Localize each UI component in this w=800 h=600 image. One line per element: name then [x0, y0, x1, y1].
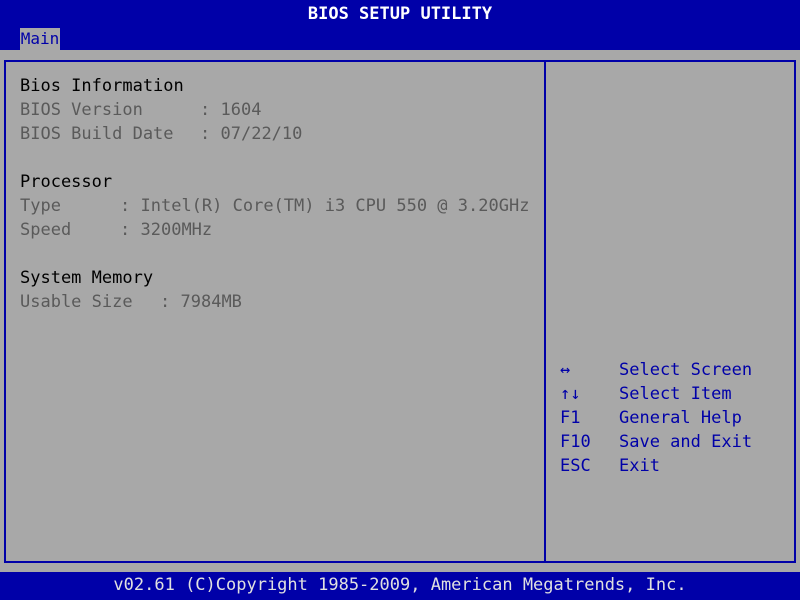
help-save-exit-label: Save and Exit	[619, 432, 753, 452]
processor-type-row: Type: Intel(R) Core(TM) i3 CPU 550 @ 3.2…	[20, 194, 540, 218]
help-key-esc: ESC	[560, 456, 591, 476]
bios-build-date-row: BIOS Build Date: 07/22/10	[20, 122, 540, 146]
help-key-f10: F10	[560, 432, 591, 452]
usable-size-row: Usable Size: 7984MB	[20, 290, 540, 314]
processor-speed-label: Speed	[20, 220, 72, 240]
help-select-item-label: Select Item	[619, 384, 732, 404]
system-info-section: Bios Information BIOS Version: 1604 BIOS…	[20, 74, 540, 314]
bios-version-label: BIOS Version	[20, 100, 143, 120]
processor-speed-value: 3200MHz	[140, 220, 213, 240]
title-bar: BIOS SETUP UTILITY	[0, 0, 800, 28]
up-down-arrow-icon: ↑↓	[560, 384, 581, 404]
panel-divider	[544, 60, 546, 561]
menu-bar: Main	[0, 28, 800, 50]
left-right-arrow-icon: ↔	[560, 360, 571, 380]
tab-main[interactable]: Main	[20, 28, 60, 50]
processor-type-label: Type	[20, 196, 61, 216]
usable-size-sep: :	[160, 292, 171, 312]
help-exit-label: Exit	[619, 456, 660, 476]
usable-size-label: Usable Size	[20, 292, 133, 312]
bios-build-date-sep: :	[200, 124, 211, 144]
processor-speed-row: Speed: 3200MHz	[20, 218, 540, 242]
bios-build-date-label: BIOS Build Date	[20, 124, 174, 144]
help-row-select-item: ↑↓ Select Item	[560, 382, 790, 406]
copyright-footer: v02.61 (C)Copyright 1985-2009, American …	[0, 572, 800, 600]
help-row-save-exit: F10 Save and Exit	[560, 430, 790, 454]
usable-size-value: 7984MB	[180, 292, 242, 312]
bios-info-heading: Bios Information	[20, 76, 184, 96]
processor-heading: Processor	[20, 172, 113, 192]
bios-version-value: 1604	[220, 100, 262, 120]
help-general-help-label: General Help	[619, 408, 742, 428]
bios-build-date-value: 07/22/10	[220, 124, 303, 144]
processor-type-sep: :	[120, 196, 131, 216]
processor-speed-sep: :	[120, 220, 131, 240]
bios-version-sep: :	[200, 100, 211, 120]
help-key-f1: F1	[560, 408, 581, 428]
help-row-exit: ESC Exit	[560, 454, 790, 478]
system-memory-heading: System Memory	[20, 268, 154, 288]
help-row-select-screen: ↔ Select Screen	[560, 358, 790, 382]
help-row-general-help: F1 General Help	[560, 406, 790, 430]
processor-type-value: Intel(R) Core(TM) i3 CPU 550 @ 3.20GHz	[140, 196, 530, 216]
key-help-panel: ↔ Select Screen ↑↓ Select Item F1 General H…	[560, 358, 790, 478]
bios-version-row: BIOS Version: 1604	[20, 98, 540, 122]
help-select-screen-label: Select Screen	[619, 360, 753, 380]
